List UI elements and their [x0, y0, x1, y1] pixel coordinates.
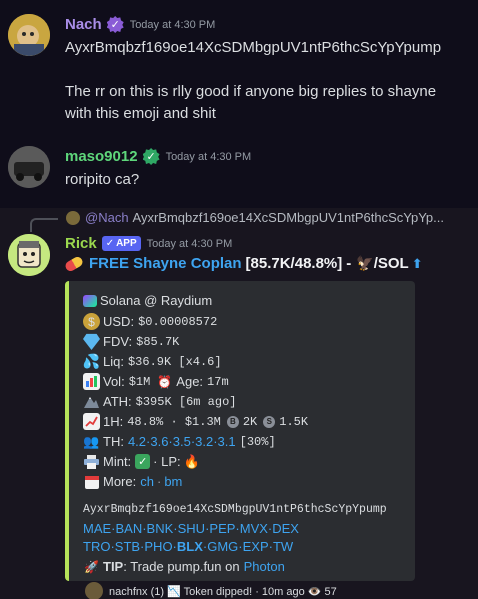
solana-icon	[83, 294, 97, 307]
verified-badge-icon: ✓	[106, 16, 124, 33]
fire-icon: 🔥	[183, 453, 200, 469]
reply-preview[interactable]: @Nach AyxrBmqbzf169oe14XcSDMbgpUV1ntP6th…	[66, 210, 444, 225]
token-stats: [85.7K/48.8%]	[245, 255, 343, 272]
eagle-icon: 🦅	[356, 255, 374, 271]
verified-badge-icon: ✓	[142, 148, 160, 165]
reply-connector	[30, 218, 58, 232]
avatar-maso9012[interactable]	[8, 146, 50, 188]
fdv-label: FDV:	[103, 334, 133, 349]
check-mark-icon: ✓	[135, 454, 151, 469]
rocket-icon: 🚀	[84, 559, 99, 574]
timestamp: Today at 4:30 PM	[165, 150, 252, 163]
dex-links-row-1[interactable]: MAE·BAN·BNK·SHU·PEP·MVX·DEX	[83, 521, 299, 536]
buy-icon: B	[226, 415, 239, 428]
pair-label: /SOL	[373, 255, 409, 272]
message-nach: Nach ✓ Today at 4:30 PM AyxrBmqbzf169oe1…	[0, 0, 478, 140]
embed-footer: nachfnx (1) 📉 Token dipped! · 10m ago 👁️…	[85, 582, 337, 599]
token-embed: Solana @ Raydium $ USD: $0.00008572 FDV:…	[65, 281, 415, 581]
title-dash: -	[346, 255, 352, 272]
app-label: APP	[116, 238, 137, 249]
ath-label: ATH:	[103, 394, 132, 409]
more-label: More:	[103, 474, 137, 489]
avatar-image	[8, 234, 50, 276]
vol-value: $1M	[128, 374, 151, 389]
timestamp: Today at 4:30 PM	[146, 237, 233, 250]
message-line: AyxrBmqbzf169oe14XcSDMbgpUV1ntP6thcScYpY…	[65, 39, 442, 56]
app-badge: ✓ APP	[101, 236, 141, 251]
age-label: Age:	[176, 374, 204, 389]
timestamp: Today at 4:30 PM	[129, 18, 216, 31]
dex-links-c[interactable]: ·GMG·EXP·TW	[203, 539, 293, 554]
h1-buys: 2K	[242, 414, 258, 429]
avatar-rick[interactable]	[8, 234, 50, 276]
age-value: 17m	[207, 374, 229, 389]
more-separator: ·	[156, 474, 162, 489]
avatar-image	[8, 14, 50, 56]
footer-text: nachfnx (1) 📉 Token dipped! · 10m ago 👁️…	[109, 585, 337, 598]
network-label: Solana @ Raydium	[100, 293, 213, 308]
author-name[interactable]: Rick	[65, 235, 97, 252]
mint-label: Mint:	[103, 454, 132, 469]
footer-avatar	[85, 582, 103, 599]
bar-chart-icon	[83, 373, 100, 390]
dex-links-a[interactable]: TRO·STB·PHO·	[83, 539, 177, 554]
users-icon: 👥	[83, 433, 100, 449]
lp-label: · LP:	[153, 454, 181, 469]
liq-label: Liq:	[103, 354, 124, 369]
top-holders-links[interactable]: 4.2·3.6·3.5·3.2·3.1	[128, 434, 236, 449]
avatar-image	[8, 146, 50, 188]
message-line: roripito ca?	[65, 171, 140, 188]
author-name[interactable]: Nach	[65, 16, 102, 33]
ath-value: $395K [6m ago]	[135, 394, 237, 409]
vol-label: Vol:	[103, 374, 125, 389]
check-icon: ✓	[105, 238, 115, 249]
dex-link-blx[interactable]: BLX	[177, 539, 203, 554]
h1-sells: 1.5K	[279, 414, 309, 429]
photon-link[interactable]: Photon	[244, 559, 285, 574]
liq-value: $36.9K [x4.6]	[127, 354, 222, 369]
avatar-nach[interactable]	[8, 14, 50, 56]
droplets-icon: 💦	[82, 353, 101, 369]
th-label: TH:	[103, 434, 124, 449]
dex-links-row-2: TRO·STB·PHO· BLX ·GMG·EXP·TW	[83, 539, 293, 554]
sell-icon: S	[263, 415, 276, 428]
mountain-icon	[83, 393, 100, 410]
h1-label: 1H:	[103, 414, 124, 429]
contract-address[interactable]: AyxrBmqbzf169oe14XcSDMbgpUV1ntP6thcScYpY…	[83, 503, 387, 516]
tip-text: : Trade pump.fun on	[123, 559, 240, 574]
usd-value: $0.00008572	[138, 314, 218, 329]
trend-up-icon	[83, 413, 100, 430]
calendar-icon	[83, 473, 100, 490]
pill-icon	[63, 254, 85, 273]
reply-text: AyxrBmqbzf169oe14XcSDMbgpUV1ntP6thcScYpY…	[132, 210, 444, 225]
h1-value: 48.8% · $1.3M	[127, 414, 221, 429]
reply-avatar	[66, 210, 80, 225]
up-arrow-icon: ⬆	[411, 255, 423, 271]
alarm-clock-icon: ⏰	[157, 374, 173, 389]
more-ch-link[interactable]: ch	[140, 474, 154, 489]
message-line: with this emoji and shit	[65, 105, 216, 122]
usd-label: USD:	[103, 314, 135, 329]
diamond-icon	[83, 333, 100, 350]
money-bag-icon: $	[83, 313, 100, 330]
message-maso9012: maso9012 ✓ Today at 4:30 PM roripito ca?	[0, 140, 478, 206]
th-percent: [30%]	[239, 434, 276, 449]
token-title: FREE Shayne Coplan [85.7K/48.8%] - 🦅 /SO…	[63, 254, 423, 273]
fdv-value: $85.7K	[136, 334, 180, 349]
author-name[interactable]: maso9012	[65, 148, 138, 165]
reply-mention[interactable]: @Nach	[85, 210, 129, 225]
token-name-link[interactable]: FREE Shayne Coplan	[89, 255, 242, 272]
tip-label: TIP	[103, 559, 124, 574]
printer-icon	[83, 453, 100, 470]
more-bm-link[interactable]: bm	[164, 474, 182, 489]
message-line: The rr on this is rlly good if anyone bi…	[65, 83, 437, 100]
